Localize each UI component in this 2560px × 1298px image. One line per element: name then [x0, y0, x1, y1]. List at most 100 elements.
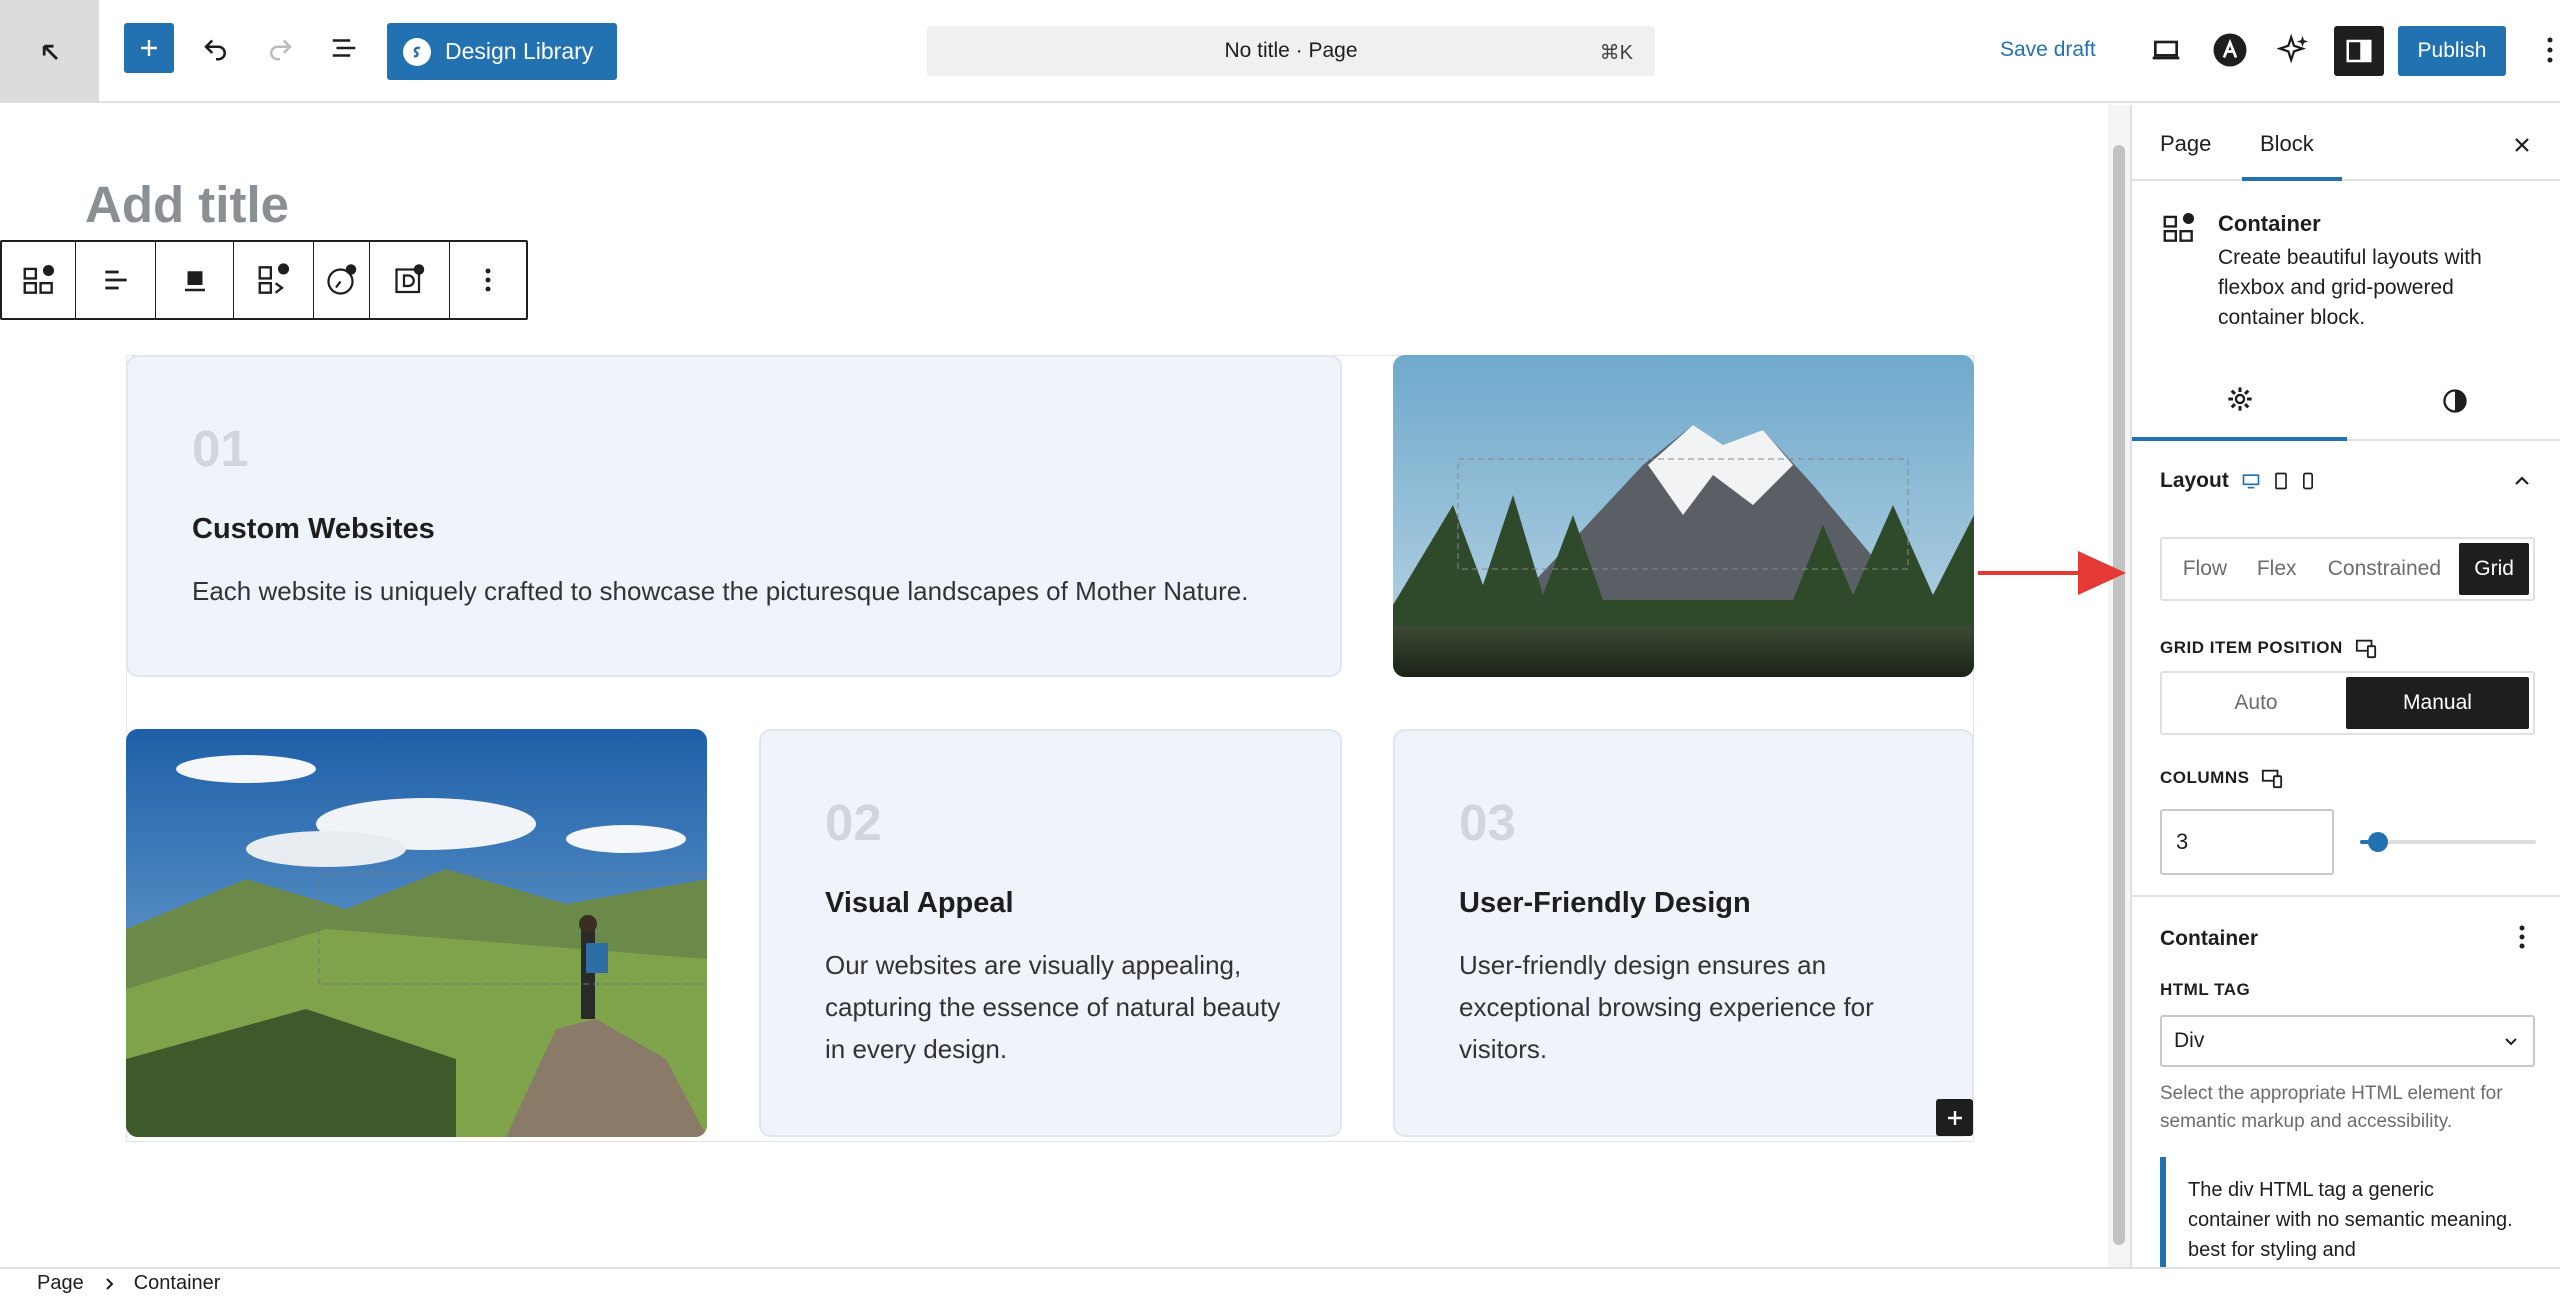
- layout-option-constrained[interactable]: Constrained: [2310, 543, 2460, 595]
- html-tag-notice-text: The div HTML tag a generic container wit…: [2188, 1179, 2513, 1261]
- layout-option-flow[interactable]: Flow: [2166, 543, 2244, 595]
- ai-assistant-button[interactable]: [2274, 30, 2314, 70]
- astra-settings-button[interactable]: [2210, 30, 2250, 70]
- layout-option-flex[interactable]: Flex: [2244, 543, 2310, 595]
- desktop-icon[interactable]: [2241, 471, 2261, 491]
- options-menu-button[interactable]: [2530, 30, 2560, 70]
- plus-icon: [1947, 1110, 1962, 1125]
- add-block-button[interactable]: [1936, 1099, 1973, 1136]
- card-text: User-friendly design ensures an exceptio…: [1459, 950, 1874, 1064]
- command-shortcut: ⌘K: [1599, 42, 1633, 64]
- html-tag-select[interactable]: Div: [2160, 1015, 2535, 1067]
- justify-icon: [184, 271, 205, 292]
- annotation-arrow-icon: [1978, 551, 2126, 595]
- save-draft-button[interactable]: Save draft: [2000, 38, 2096, 62]
- redo-icon: [270, 39, 292, 61]
- layout-panel-header[interactable]: Layout: [2160, 469, 2315, 493]
- publish-button[interactable]: Publish: [2398, 26, 2506, 76]
- layout-option-grid[interactable]: Grid: [2459, 543, 2529, 595]
- block-options-button[interactable]: [450, 242, 526, 318]
- grid-icon: [258, 263, 289, 294]
- position-option-auto[interactable]: Auto: [2166, 677, 2346, 729]
- block-name: Container: [2218, 211, 2321, 236]
- desktop-preview-icon: [2152, 40, 2180, 60]
- block-inserter-button[interactable]: [124, 23, 174, 73]
- design-library-button[interactable]: Design Library: [387, 23, 617, 80]
- container-block-icon: [23, 264, 54, 294]
- styles-contrast-icon: [2442, 389, 2467, 413]
- columns-slider-thumb[interactable]: [2368, 832, 2388, 852]
- feature-card-1[interactable]: 01 Custom Websites Each website is uniqu…: [126, 355, 1342, 677]
- undo-button[interactable]: [194, 26, 238, 70]
- back-arrow-icon[interactable]: [0, 0, 99, 103]
- dynamic-content-button[interactable]: [370, 242, 450, 318]
- close-sidebar-button[interactable]: [2502, 125, 2542, 165]
- chevron-down-icon: [2505, 1038, 2517, 1046]
- breadcrumb-page[interactable]: Page: [37, 1272, 84, 1295]
- container-panel-title[interactable]: Container: [2160, 927, 2258, 951]
- align-left-icon: [104, 270, 127, 290]
- grid-layout-button[interactable]: [234, 242, 314, 318]
- hiker-mountain-image[interactable]: [126, 729, 707, 1137]
- command-palette-bar[interactable]: No title · Page ⌘K: [927, 26, 1655, 76]
- breadcrumb: Page Container: [0, 1267, 2560, 1298]
- responsive-device-icon[interactable]: [2261, 767, 2283, 789]
- card-title: User-Friendly Design: [1459, 887, 1751, 919]
- layout-type-toggle: Flow Flex Constrained Grid: [2160, 537, 2535, 601]
- tab-page[interactable]: Page: [2160, 131, 2211, 157]
- sidebar-tabs: Page Block: [2132, 105, 2560, 181]
- columns-input[interactable]: 3: [2160, 809, 2334, 875]
- gear-icon: [2227, 387, 2252, 411]
- breadcrumb-container[interactable]: Container: [134, 1272, 221, 1295]
- position-option-manual[interactable]: Manual: [2346, 677, 2529, 729]
- grid-item-position-heading: GRID ITEM POSITION: [2160, 637, 2377, 659]
- canvas-scroll-thumb[interactable]: [2113, 145, 2125, 1245]
- chevron-right-icon: [106, 1277, 114, 1290]
- tab-styles[interactable]: [2347, 361, 2560, 441]
- post-title-placeholder[interactable]: Add title: [85, 175, 289, 234]
- tablet-icon[interactable]: [2273, 471, 2289, 491]
- card-number: 02: [825, 794, 882, 851]
- redo-button[interactable]: [258, 26, 302, 70]
- preview-button[interactable]: [2146, 30, 2186, 70]
- mobile-icon[interactable]: [2301, 471, 2315, 491]
- mountain-lake-image[interactable]: [1393, 355, 1974, 677]
- card-text: Our websites are visually appealing, cap…: [825, 950, 1281, 1064]
- card-number: 03: [1459, 794, 1516, 851]
- dynamic-content-icon: [394, 264, 424, 294]
- width-button[interactable]: [156, 242, 234, 318]
- tab-settings[interactable]: [2132, 361, 2347, 441]
- settings-sidebar-toggle[interactable]: [2334, 26, 2384, 76]
- block-description: Create beautiful layouts with flexbox an…: [2218, 246, 2482, 329]
- html-tag-notice: The div HTML tag a generic container wit…: [2160, 1157, 2535, 1267]
- settings-sidebar: Page Block Container Create beautiful la…: [2130, 105, 2560, 1267]
- feature-card-2[interactable]: 02 Visual Appeal Our websites are visual…: [759, 729, 1342, 1137]
- block-type-button[interactable]: [2, 242, 76, 318]
- more-vertical-icon: [2519, 925, 2525, 949]
- document-title: No title · Page: [1224, 39, 1358, 62]
- inspector-tabs: [2132, 361, 2560, 441]
- tab-block[interactable]: Block: [2260, 131, 2314, 157]
- block-card: Container Create beautiful layouts with …: [2132, 181, 2560, 361]
- spectra-logo-icon: [403, 37, 431, 66]
- document-overview-button[interactable]: [322, 26, 366, 70]
- canvas-scrollbar[interactable]: [2108, 105, 2130, 1267]
- editor-canvas[interactable]: Add title 01 Custom Websites Each websit…: [0, 105, 2108, 1267]
- responsive-device-icon[interactable]: [2355, 637, 2377, 659]
- sparkle-icon: [2277, 33, 2309, 64]
- list-view-icon: [332, 39, 356, 57]
- grid-item-position-toggle: Auto Manual: [2160, 671, 2535, 735]
- chevron-up-icon: [2515, 476, 2529, 485]
- card-title: Custom Websites: [192, 513, 435, 545]
- more-vertical-icon: [2547, 37, 2553, 63]
- columns-label: COLUMNS: [2160, 768, 2250, 787]
- animation-button[interactable]: [314, 242, 370, 318]
- sidebar-icon: [2346, 39, 2372, 63]
- container-panel-options[interactable]: [2502, 917, 2542, 957]
- collapse-layout-button[interactable]: [2502, 461, 2542, 501]
- align-button[interactable]: [76, 242, 156, 318]
- block-toolbar: [0, 240, 528, 320]
- more-vertical-icon: [485, 268, 491, 292]
- card-number: 01: [192, 420, 249, 477]
- feature-card-3[interactable]: 03 User-Friendly Design User-friendly de…: [1393, 729, 1974, 1137]
